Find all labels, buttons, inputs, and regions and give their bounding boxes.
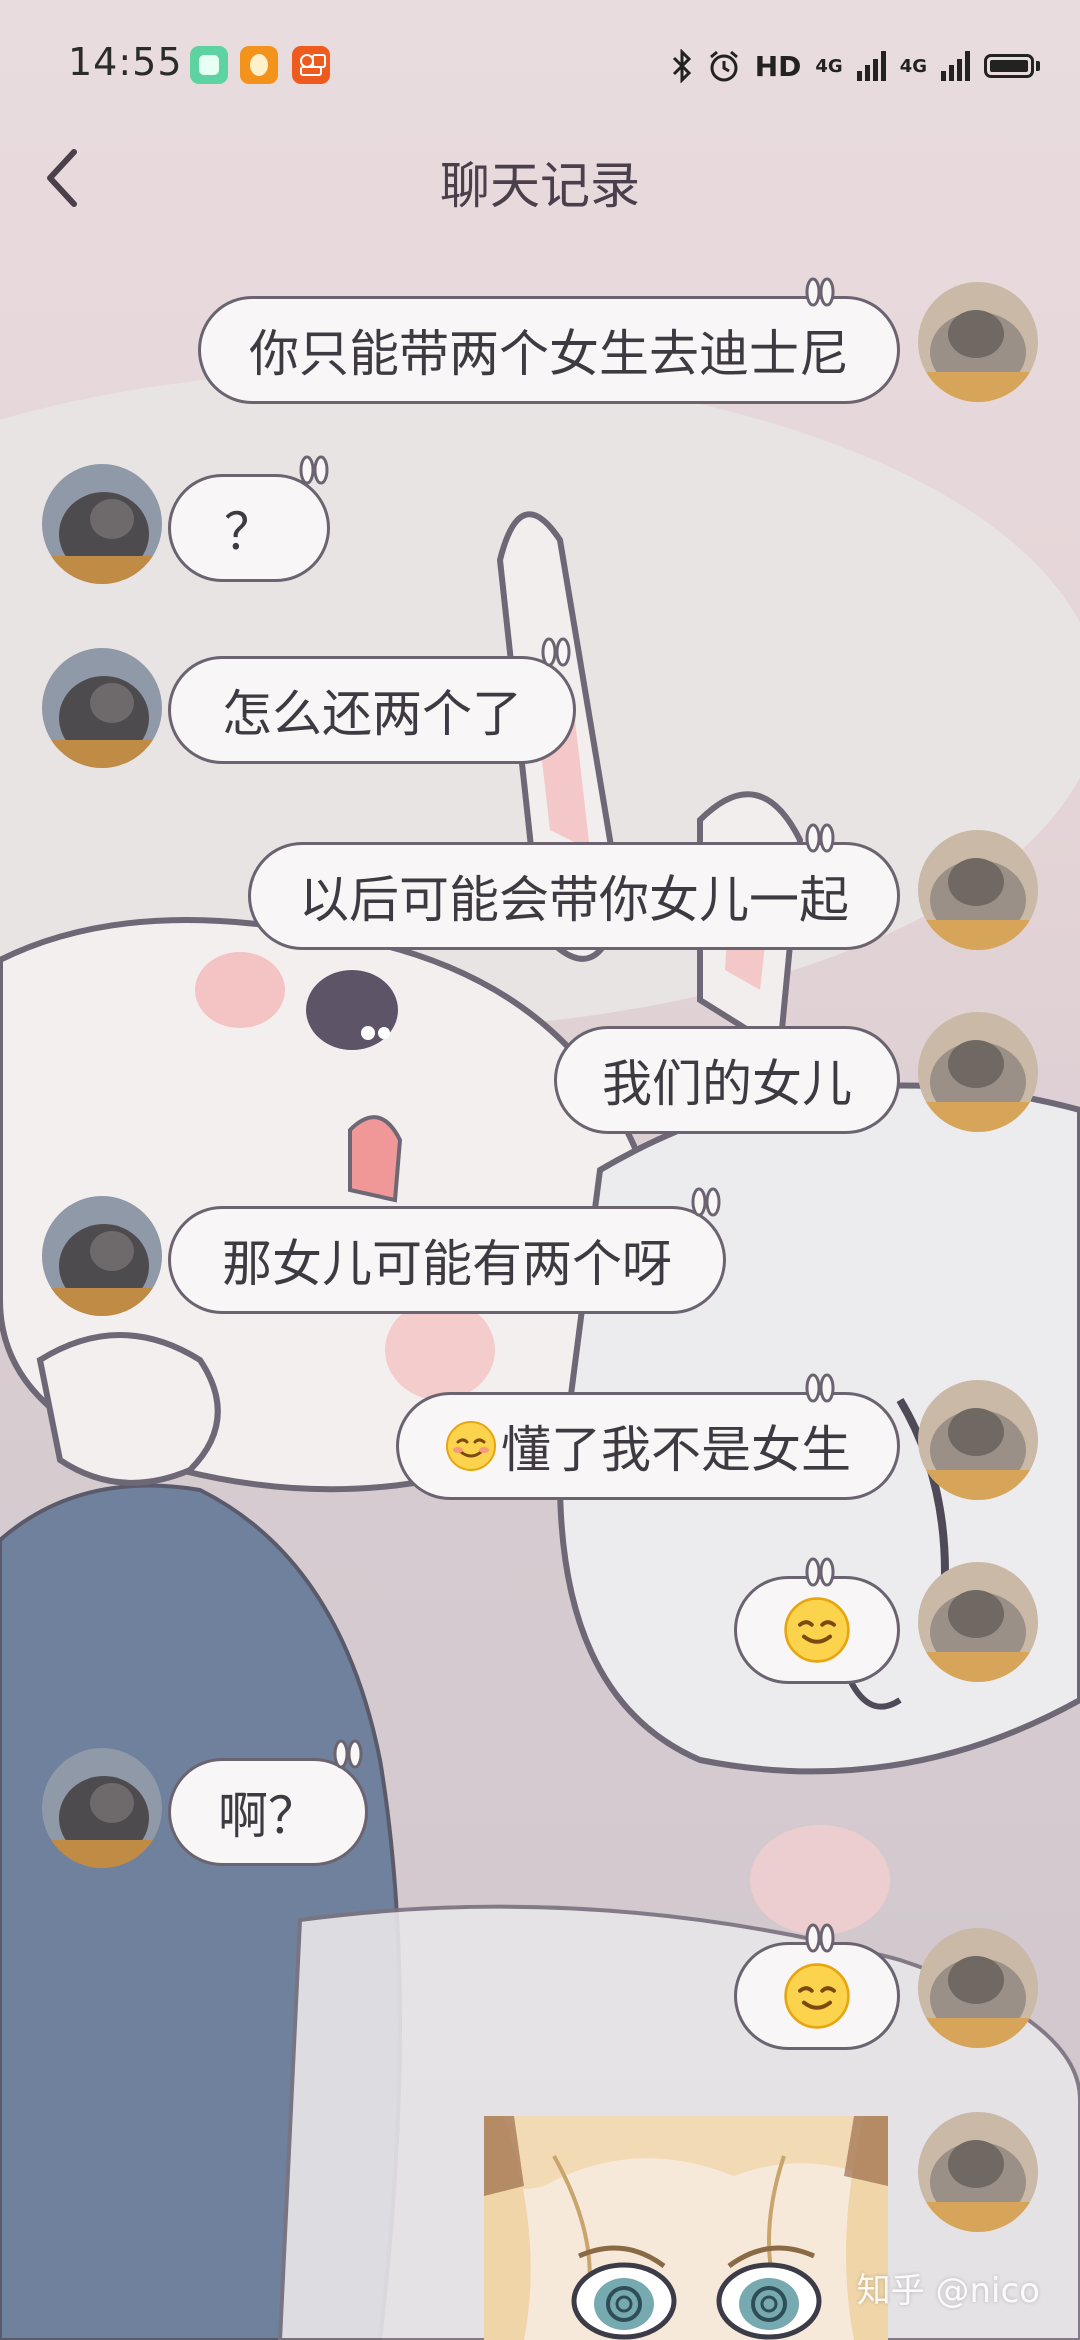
bunny-ears-decoration	[299, 455, 329, 485]
contact-avatar[interactable]	[42, 648, 162, 768]
chat-header: 聊天记录	[0, 130, 1080, 240]
page-title: 聊天记录	[440, 157, 640, 215]
message-bubble[interactable]: 你只能带两个女生去迪士尼	[198, 277, 900, 404]
network-type-1: 4G	[815, 55, 843, 77]
message-bubble[interactable]: 啊？	[168, 1739, 368, 1866]
user-avatar[interactable]	[918, 1380, 1038, 1500]
watermark: 知乎 @nico	[856, 2271, 1040, 2311]
bunny-ears-decoration	[691, 1187, 721, 1217]
status-time: 14:55	[68, 40, 183, 84]
message-bubble[interactable]: 以后可能会带你女儿一起	[248, 823, 900, 950]
bunny-ears-decoration	[805, 1557, 835, 1587]
user-avatar[interactable]	[918, 282, 1038, 402]
bunny-ears-decoration	[541, 637, 571, 667]
user-avatar[interactable]	[918, 830, 1038, 950]
smiling-face-emoji	[784, 1597, 850, 1663]
app-icon-green	[190, 46, 228, 84]
user-avatar[interactable]	[918, 1928, 1038, 2048]
user-avatar[interactable]	[918, 1012, 1038, 1132]
user-avatar[interactable]	[918, 1562, 1038, 1682]
status-bar: 14:55 HD 4G 4G	[0, 0, 1080, 130]
message-bubble[interactable]: 懂了我不是女生	[396, 1373, 900, 1500]
chat-screen: 14:55 HD 4G 4G 聊天记录 你只能带两个女生去迪士尼 ？ 怎么还两个…	[0, 0, 1080, 2340]
bunny-ears-decoration	[805, 823, 835, 853]
bunny-ears-decoration	[805, 1373, 835, 1403]
message-bubble[interactable]: 怎么还两个了	[168, 637, 576, 764]
message-text: 我们的女儿	[602, 1055, 852, 1113]
message-text: ？	[224, 503, 274, 561]
relieved-face-emoji	[446, 1421, 496, 1471]
message-text: 以后可能会带你女儿一起	[299, 871, 849, 929]
message-text: 啊？	[218, 1787, 318, 1845]
message-text: 你只能带两个女生去迪士尼	[249, 325, 849, 383]
message-bubble[interactable]: 那女儿可能有两个呀	[168, 1187, 726, 1314]
signal-icon-2	[941, 51, 970, 81]
bunny-ears-decoration	[333, 1739, 363, 1769]
battery-icon	[984, 54, 1034, 78]
message-bubble[interactable]	[734, 1557, 900, 1684]
network-type-2: 4G	[899, 55, 927, 77]
user-avatar[interactable]	[918, 2112, 1038, 2232]
app-icon-orange	[240, 46, 278, 84]
message-bubble[interactable]: ？	[168, 455, 330, 582]
message-text: 那女儿可能有两个呀	[222, 1235, 672, 1293]
message-bubble[interactable]	[734, 1923, 900, 2050]
signal-icon	[856, 51, 886, 81]
message-text: 懂了我不是女生	[501, 1421, 851, 1479]
bluetooth-icon	[672, 49, 691, 83]
status-indicators: HD 4G 4G	[671, 44, 1040, 88]
bunny-ears-decoration	[805, 277, 835, 307]
smiling-face-emoji	[784, 1963, 850, 2029]
alarm-icon	[709, 50, 738, 82]
contact-avatar[interactable]	[42, 1196, 162, 1316]
hd-label: HD	[754, 49, 802, 83]
message-text: 怎么还两个了	[222, 685, 522, 743]
message-bubble[interactable]: 我们的女儿	[554, 1026, 900, 1134]
contact-avatar[interactable]	[42, 464, 162, 584]
app-icon-orange-grid	[292, 46, 330, 84]
anime-girl-sticker[interactable]	[484, 2116, 888, 2340]
contact-avatar[interactable]	[42, 1748, 162, 1868]
bunny-ears-decoration	[805, 1923, 835, 1953]
battery-cap	[1036, 61, 1040, 71]
